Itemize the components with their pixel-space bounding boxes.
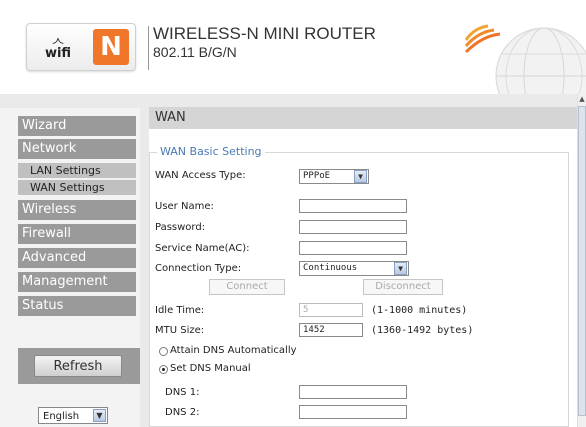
dns2-input[interactable] xyxy=(299,405,407,419)
disconnect-button[interactable]: Disconnect xyxy=(363,279,443,295)
dns-auto-label[interactable]: Attain DNS Automatically xyxy=(170,345,297,356)
group-title: WAN Basic Setting xyxy=(157,145,265,158)
mtu-size-label: MTU Size: xyxy=(155,325,205,336)
sidebar-item-wan-settings[interactable]: WAN Settings xyxy=(18,180,136,195)
password-input[interactable] xyxy=(299,220,407,234)
refresh-panel: Refresh xyxy=(18,348,140,384)
router-logo: ◞◟ wifi N xyxy=(26,23,136,71)
wifi-logo-icon: ◞◟ wifi xyxy=(44,30,72,61)
header: ◞◟ wifi N WIRELESS-N MINI ROUTER 802.11 … xyxy=(0,0,586,96)
header-divider xyxy=(148,26,149,70)
wan-access-type-select[interactable]: PPPoE ▼ xyxy=(299,169,369,184)
main-scrollbar[interactable]: ▲ xyxy=(577,94,586,427)
dns-manual-radio[interactable] xyxy=(159,365,168,374)
dns-manual-label[interactable]: Set DNS Manual xyxy=(170,363,251,374)
service-name-input[interactable] xyxy=(299,241,407,255)
connection-type-value: Continuous xyxy=(303,263,358,273)
mtu-size-input[interactable]: 1452 xyxy=(299,323,363,337)
globe-wireless-icon xyxy=(464,24,586,96)
chevron-down-icon[interactable]: ▼ xyxy=(354,170,367,183)
language-value: English xyxy=(43,411,80,422)
sidebar-item-advanced[interactable]: Advanced xyxy=(18,248,136,268)
main-content: WAN WAN Basic Setting WAN Access Type: P… xyxy=(140,94,577,427)
page-subtitle: 802.11 B/G/N xyxy=(153,44,237,60)
dns2-label: DNS 2: xyxy=(165,407,200,418)
language-select[interactable]: English ▼ xyxy=(38,407,108,424)
sidebar-item-status[interactable]: Status xyxy=(18,296,136,316)
dns1-input[interactable] xyxy=(299,385,407,399)
wan-access-type-value: PPPoE xyxy=(303,171,331,181)
sidebar: Wizard Network LAN Settings WAN Settings… xyxy=(0,94,140,427)
user-name-label: User Name: xyxy=(155,201,214,212)
user-name-input[interactable] xyxy=(299,199,407,213)
service-name-label: Service Name(AC): xyxy=(155,243,250,254)
wan-access-type-label: WAN Access Type: xyxy=(155,170,246,181)
section-title: WAN xyxy=(149,107,577,129)
sidebar-item-wizard[interactable]: Wizard xyxy=(18,116,136,136)
scroll-up-arrow-icon[interactable]: ▲ xyxy=(578,94,586,104)
dns1-label: DNS 1: xyxy=(165,387,200,398)
wan-panel: WAN Basic Setting WAN Access Type: PPPoE… xyxy=(149,129,577,427)
connection-type-label: Connection Type: xyxy=(155,263,242,274)
page-title: WIRELESS-N MINI ROUTER xyxy=(153,24,376,43)
chevron-down-icon[interactable]: ▼ xyxy=(93,409,106,422)
idle-time-input[interactable]: 5 xyxy=(299,303,363,317)
scrollbar-thumb[interactable] xyxy=(578,106,586,416)
dns-auto-radio[interactable] xyxy=(159,347,168,356)
idle-time-hint: (1-1000 minutes) xyxy=(371,305,468,316)
password-label: Password: xyxy=(155,222,206,233)
sidebar-item-network[interactable]: Network xyxy=(18,139,136,159)
mtu-size-hint: (1360-1492 bytes) xyxy=(371,325,474,336)
chevron-down-icon[interactable]: ▼ xyxy=(394,262,407,275)
sidebar-item-firewall[interactable]: Firewall xyxy=(18,224,136,244)
sidebar-item-management[interactable]: Management xyxy=(18,272,136,292)
sidebar-item-wireless[interactable]: Wireless xyxy=(18,200,136,220)
connect-button[interactable]: Connect xyxy=(209,279,285,295)
sidebar-item-lan-settings[interactable]: LAN Settings xyxy=(18,163,136,178)
sidebar-top-bar xyxy=(0,94,140,108)
n-badge-icon: N xyxy=(93,29,129,65)
refresh-button[interactable]: Refresh xyxy=(34,355,122,377)
connection-type-select[interactable]: Continuous ▼ xyxy=(299,261,409,276)
idle-time-label: Idle Time: xyxy=(155,305,205,316)
